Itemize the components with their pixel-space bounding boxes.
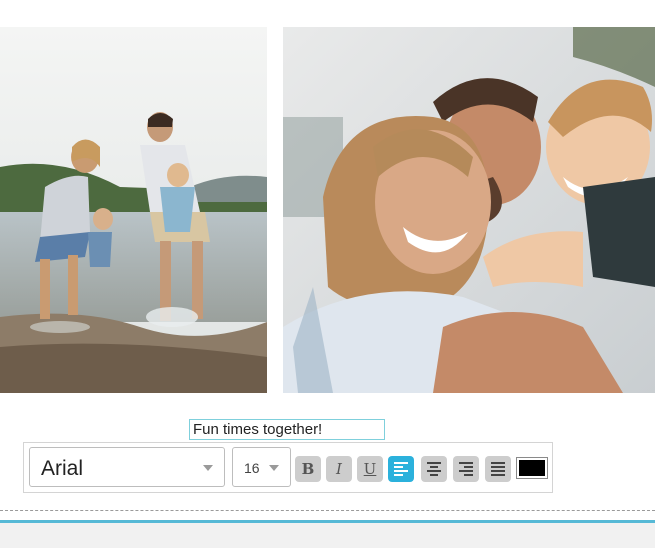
- align-justify-button[interactable]: [485, 456, 511, 482]
- photo-family-hug[interactable]: [283, 27, 655, 393]
- underline-button[interactable]: U: [357, 456, 383, 482]
- font-family-select[interactable]: Arial: [29, 447, 225, 487]
- align-center-button[interactable]: [421, 456, 447, 482]
- font-family-value: Arial: [41, 457, 84, 480]
- text-color-fill: [519, 460, 545, 476]
- chevron-down-icon: [203, 465, 213, 471]
- bold-icon: B: [301, 460, 315, 478]
- font-size-value: 16: [244, 460, 260, 476]
- photo-family-beach[interactable]: [0, 27, 267, 393]
- align-center-icon: [427, 462, 441, 476]
- align-justify-icon: [491, 462, 505, 476]
- bottom-panel: [0, 520, 655, 548]
- text-format-toolbar: Arial 16 B I U: [23, 442, 553, 493]
- text-color-picker[interactable]: [516, 457, 548, 479]
- page-divider: [0, 510, 655, 511]
- font-size-select[interactable]: 16: [232, 447, 291, 487]
- underline-icon: U: [363, 460, 377, 478]
- align-left-icon: [394, 462, 408, 476]
- chevron-down-icon: [269, 465, 279, 471]
- align-right-icon: [459, 462, 473, 476]
- align-left-button[interactable]: [388, 456, 414, 482]
- italic-button[interactable]: I: [326, 456, 352, 482]
- bold-button[interactable]: B: [295, 456, 321, 482]
- italic-icon: I: [336, 460, 342, 478]
- caption-input[interactable]: Fun times together!: [189, 419, 385, 440]
- align-right-button[interactable]: [453, 456, 479, 482]
